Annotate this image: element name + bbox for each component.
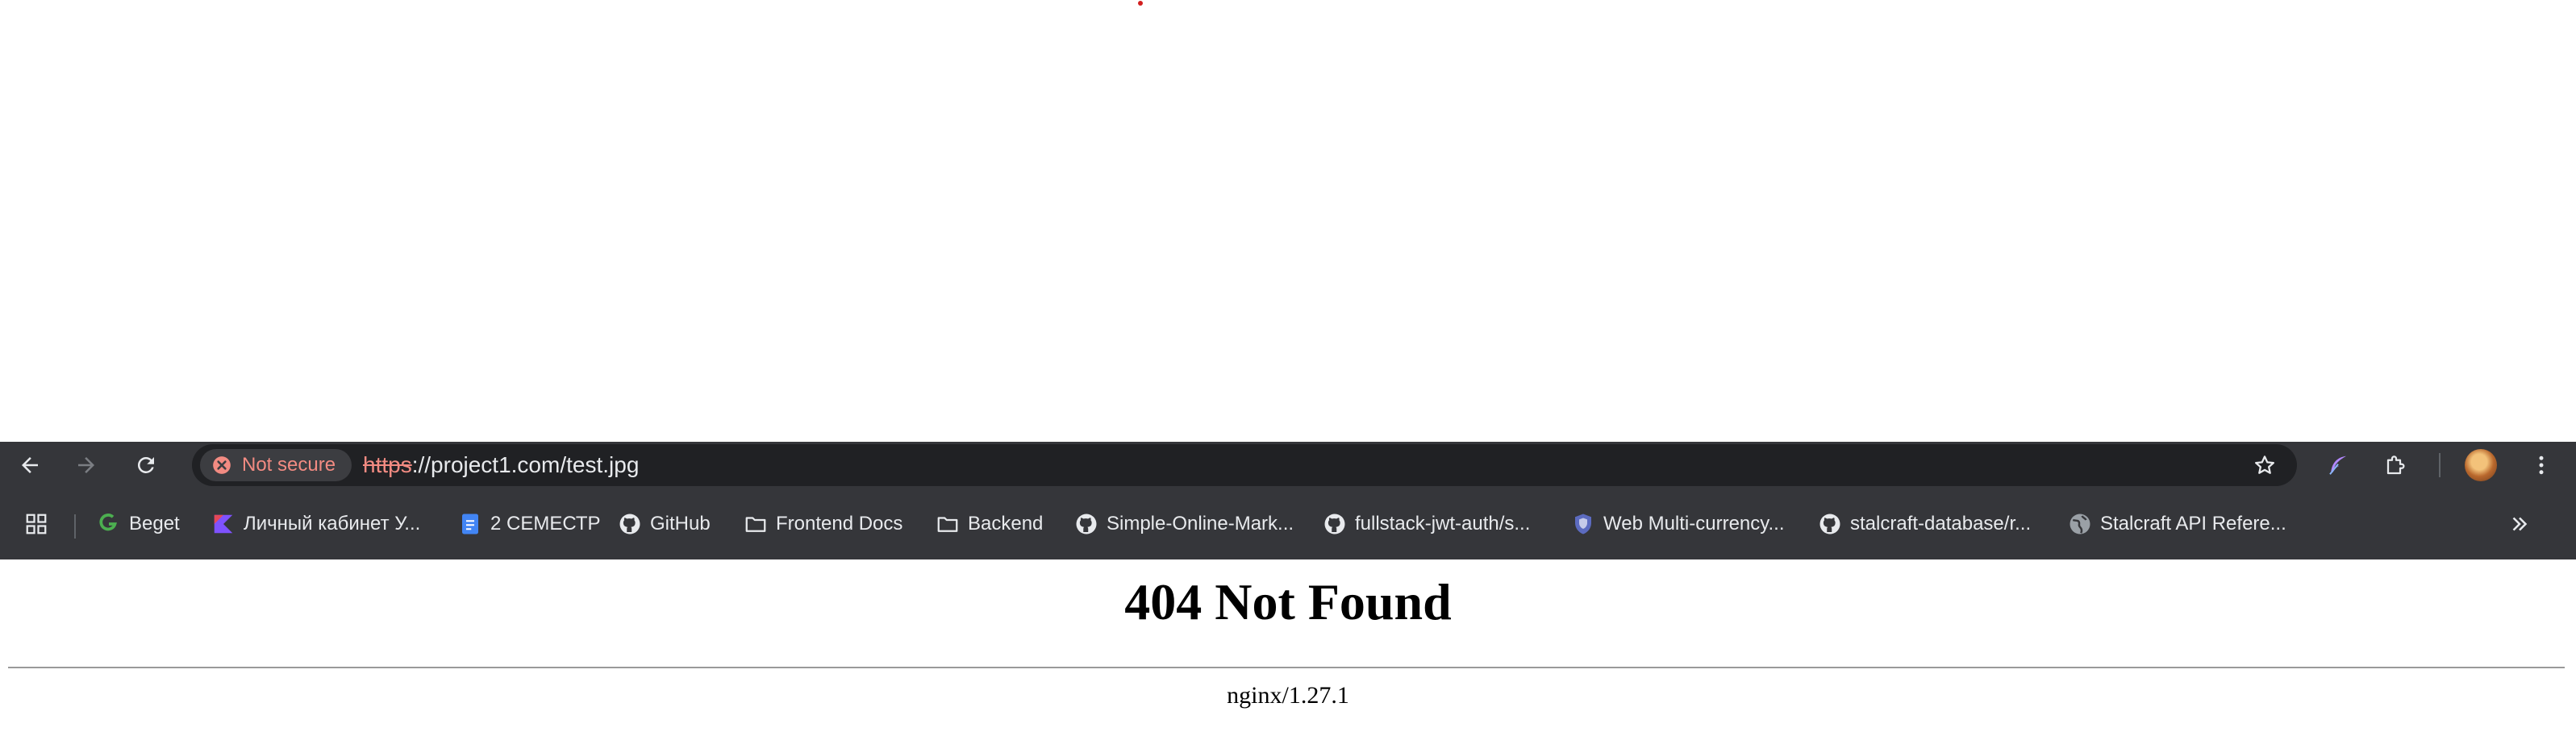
url-text[interactable]: https://project1.com/test.jpg xyxy=(363,444,639,486)
bookmark-web-multi-currency[interactable]: Web Multi-currency... xyxy=(1571,508,1785,540)
page-content: 404 Not Found nginx/1.27.1 xyxy=(0,559,2576,732)
arrow-left-icon xyxy=(22,457,38,473)
arrow-right-icon xyxy=(78,457,94,473)
url-scheme: https xyxy=(363,452,412,477)
error-circle-icon xyxy=(213,456,231,474)
bookmark-label: Beget xyxy=(129,513,180,534)
bookmark-label: Личный кабинет У... xyxy=(244,513,421,534)
apps-button[interactable] xyxy=(24,508,48,540)
bookmark-label: Stalcraft API Refere... xyxy=(2100,513,2286,534)
bookmark-label: stalcraft-database/r... xyxy=(1850,513,2032,534)
toolbar: Not secure https://project1.com/test.jpg xyxy=(0,442,2576,489)
bookmark-frontend-docs[interactable]: Frontend Docs xyxy=(744,508,902,540)
profile-avatar[interactable] xyxy=(2465,449,2497,481)
bookmark-stalcraft-api-reference[interactable]: Stalcraft API Refere... xyxy=(2068,508,2286,540)
folder-icon xyxy=(744,512,768,536)
bookmark-star-button[interactable] xyxy=(2249,449,2281,481)
bookmark-personal-cabinet[interactable]: Личный кабинет У... xyxy=(211,508,420,540)
page-title: 404 Not Found xyxy=(1124,573,1452,630)
bookmarks-bar: Beget Личный кабинет У... 2 СЕМЕСТР GitH… xyxy=(0,489,2576,559)
github-icon xyxy=(1818,512,1842,536)
extension-feather-button[interactable] xyxy=(2320,447,2357,484)
google-docs-icon xyxy=(458,512,482,536)
folder-icon xyxy=(936,512,960,536)
chevron-double-right-icon xyxy=(2512,517,2528,531)
bookmark-label: Simple-Online-Mark... xyxy=(1107,513,1294,534)
bookmark-label: Frontend Docs xyxy=(776,513,903,534)
toolbar-separator xyxy=(2439,453,2441,477)
bookmark-label: Backend xyxy=(968,513,1044,534)
blank-page-area xyxy=(0,0,2576,442)
kotlin-icon xyxy=(211,512,236,536)
bookmark-label: Web Multi-currency... xyxy=(1603,513,1785,534)
bookmark-backend[interactable]: Backend xyxy=(936,508,1043,540)
star-icon xyxy=(2255,455,2274,474)
extensions-button[interactable] xyxy=(2378,447,2415,484)
bookmark-simple-online-market[interactable]: Simple-Online-Mark... xyxy=(1074,508,1294,540)
shield-icon xyxy=(1571,512,1595,536)
bookmark-fullstack-jwt-auth[interactable]: fullstack-jwt-auth/s... xyxy=(1323,508,1530,540)
divider xyxy=(8,667,2565,668)
server-signature: nginx/1.27.1 xyxy=(1227,682,1349,709)
url-path: ://project1.com/test.jpg xyxy=(411,452,640,477)
reload-button[interactable] xyxy=(127,447,165,484)
github-icon xyxy=(1323,512,1347,536)
bookmarks-separator xyxy=(74,514,76,539)
bookmark-beget[interactable]: Beget xyxy=(97,508,180,540)
bookmark-label: GitHub xyxy=(650,513,711,534)
bookmark-stalcraft-database[interactable]: stalcraft-database/r... xyxy=(1818,508,2031,540)
bookmark-semester[interactable]: 2 СЕМЕСТР xyxy=(458,508,601,540)
back-button[interactable] xyxy=(11,447,48,484)
puzzle-icon xyxy=(2386,455,2405,475)
address-bar[interactable]: Not secure https://project1.com/test.jpg xyxy=(192,444,2297,486)
apps-grid-icon xyxy=(24,512,48,536)
github-icon xyxy=(1074,512,1098,536)
bookmark-github[interactable]: GitHub xyxy=(618,508,711,540)
feather-icon xyxy=(2329,455,2346,475)
beget-icon xyxy=(97,512,121,536)
more-vertical-icon xyxy=(2539,455,2544,475)
bookmarks-overflow-button[interactable] xyxy=(2502,506,2537,542)
reload-icon xyxy=(137,457,154,473)
github-icon xyxy=(618,512,642,536)
red-dot xyxy=(1138,1,1143,6)
bookmark-label: fullstack-jwt-auth/s... xyxy=(1355,513,1531,534)
menu-button[interactable] xyxy=(2523,447,2560,484)
browser-chrome: Not secure https://project1.com/test.jpg xyxy=(0,442,2576,559)
not-secure-label: Not secure xyxy=(242,454,336,476)
globe-icon xyxy=(2068,512,2092,536)
security-indicator[interactable]: Not secure xyxy=(200,449,352,481)
forward-button[interactable] xyxy=(68,447,105,484)
bookmark-label: 2 СЕМЕСТР xyxy=(490,513,601,534)
